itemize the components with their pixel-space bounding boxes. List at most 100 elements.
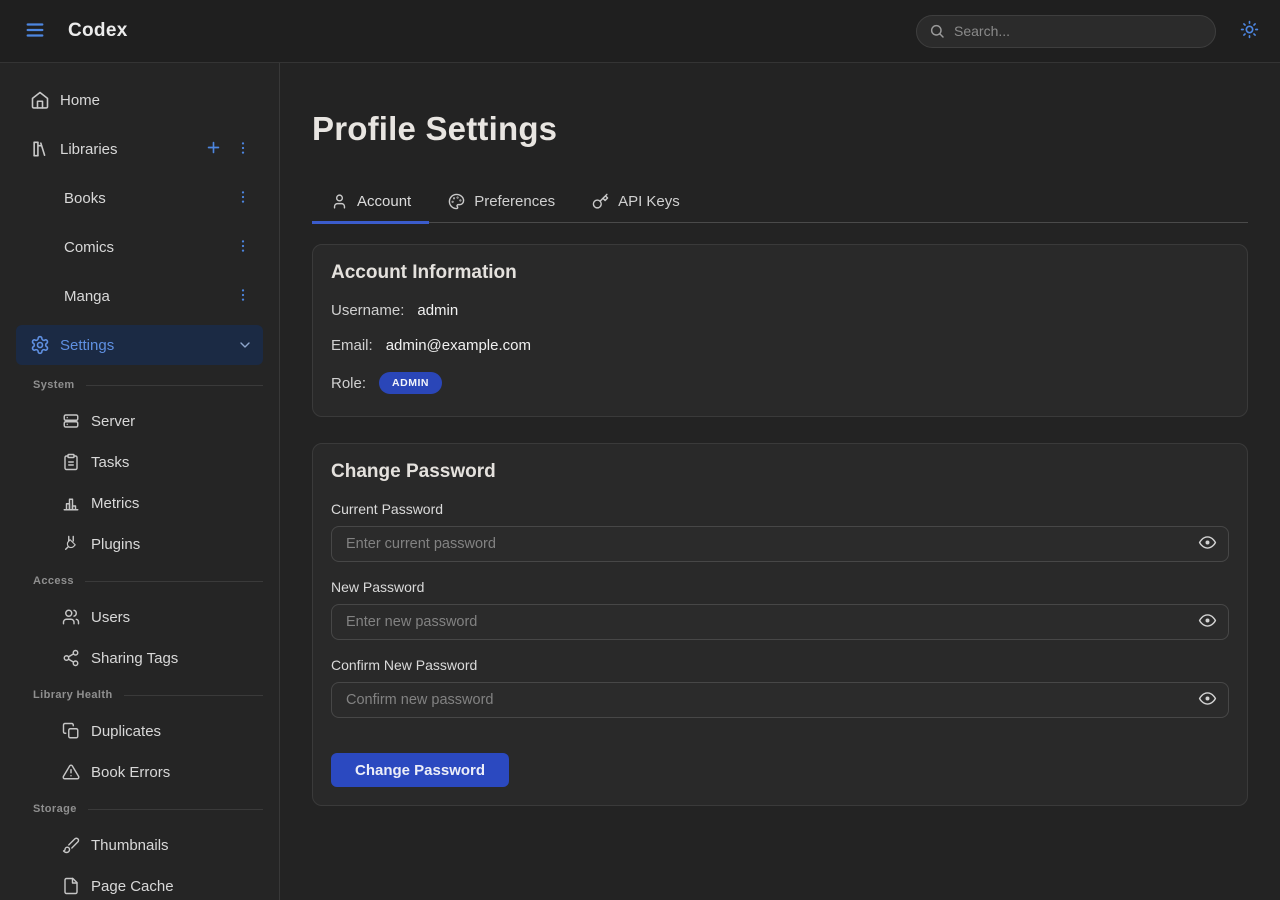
- add-library-button[interactable]: [203, 137, 224, 161]
- sidebar-item-manga[interactable]: Manga: [16, 276, 263, 316]
- copy-icon: [62, 722, 80, 740]
- user-icon: [331, 193, 348, 210]
- sidebar-item-label: Page Cache: [91, 878, 253, 895]
- warning-triangle-icon: [62, 763, 80, 781]
- topbar: Codex: [0, 0, 1280, 63]
- clipboard-icon: [62, 453, 80, 471]
- theme-toggle-button[interactable]: [1240, 20, 1259, 42]
- sidebar-item-label: Thumbnails: [91, 837, 253, 854]
- current-password-group: Current Password: [331, 501, 1229, 562]
- confirm-password-label: Confirm New Password: [331, 657, 1229, 673]
- sidebar-item-comics[interactable]: Comics: [16, 227, 263, 267]
- confirm-password-input[interactable]: [331, 682, 1229, 718]
- search-box: [916, 15, 1216, 48]
- email-row: Email: admin@example.com: [331, 337, 1229, 354]
- sidebar-item-duplicates[interactable]: Duplicates: [16, 713, 263, 749]
- sidebar-item-home[interactable]: Home: [16, 80, 263, 120]
- gear-icon: [30, 335, 50, 355]
- tab-label: Preferences: [474, 193, 555, 210]
- account-info-card: Account Information Username: admin Emai…: [312, 244, 1248, 417]
- current-password-input[interactable]: [331, 526, 1229, 562]
- change-password-button[interactable]: Change Password: [331, 753, 509, 787]
- sidebar-item-plugins[interactable]: Plugins: [16, 526, 263, 562]
- section-divider: [124, 695, 263, 696]
- sidebar-item-label: Book Errors: [91, 764, 253, 781]
- sidebar-item-libraries[interactable]: Libraries: [16, 129, 263, 169]
- section-divider: [85, 581, 263, 582]
- username-row: Username: admin: [331, 302, 1229, 319]
- username-label: Username:: [331, 302, 404, 319]
- tab-bar: Account Preferences API Keys: [312, 185, 1248, 223]
- tab-account[interactable]: Account: [312, 185, 429, 222]
- manga-menu-button[interactable]: [233, 285, 253, 308]
- kebab-icon: [235, 238, 251, 257]
- role-badge: ADMIN: [379, 372, 442, 394]
- main-content: Profile Settings Account Preferences API…: [280, 63, 1280, 900]
- new-password-label: New Password: [331, 579, 1229, 595]
- email-label: Email:: [331, 337, 373, 354]
- new-password-group: New Password: [331, 579, 1229, 640]
- kebab-icon: [235, 189, 251, 208]
- role-label: Role:: [331, 375, 366, 392]
- sidebar-item-settings[interactable]: Settings: [16, 325, 263, 365]
- sidebar-item-books[interactable]: Books: [16, 178, 263, 218]
- toggle-confirm-password-visibility-button[interactable]: [1196, 687, 1219, 713]
- menu-toggle-button[interactable]: [24, 19, 46, 44]
- confirm-password-group: Confirm New Password: [331, 657, 1229, 718]
- brush-icon: [62, 836, 80, 854]
- share-icon: [62, 649, 80, 667]
- search-input[interactable]: [954, 23, 1203, 39]
- eye-icon: [1198, 533, 1217, 555]
- kebab-icon: [235, 287, 251, 306]
- bar-chart-icon: [62, 494, 80, 512]
- home-icon: [30, 90, 50, 110]
- sidebar-item-server[interactable]: Server: [16, 403, 263, 439]
- users-icon: [62, 608, 80, 626]
- tab-preferences[interactable]: Preferences: [429, 185, 573, 222]
- sidebar-item-label: Users: [91, 609, 253, 626]
- section-label: System: [33, 379, 75, 391]
- section-divider: [86, 385, 263, 386]
- sidebar-item-book-errors[interactable]: Book Errors: [16, 754, 263, 790]
- sidebar-item-page-cache[interactable]: Page Cache: [16, 868, 263, 900]
- search-icon: [929, 23, 945, 39]
- section-header-system: System: [16, 374, 263, 396]
- sun-icon: [1240, 20, 1259, 42]
- plug-icon: [62, 535, 80, 553]
- current-password-label: Current Password: [331, 501, 1229, 517]
- role-row: Role: ADMIN: [331, 372, 1229, 394]
- key-icon: [592, 193, 609, 210]
- sidebar-item-tasks[interactable]: Tasks: [16, 444, 263, 480]
- sidebar-item-sharing-tags[interactable]: Sharing Tags: [16, 640, 263, 676]
- palette-icon: [448, 193, 465, 210]
- section-divider: [88, 809, 263, 810]
- new-password-input[interactable]: [331, 604, 1229, 640]
- kebab-icon: [235, 140, 251, 159]
- username-value: admin: [417, 302, 458, 319]
- email-value: admin@example.com: [386, 337, 531, 354]
- tab-label: API Keys: [618, 193, 680, 210]
- sidebar-item-metrics[interactable]: Metrics: [16, 485, 263, 521]
- toggle-current-password-visibility-button[interactable]: [1196, 531, 1219, 557]
- page-title: Profile Settings: [312, 110, 1248, 148]
- tab-api-keys[interactable]: API Keys: [573, 185, 698, 222]
- sidebar-item-label: Libraries: [60, 141, 203, 158]
- section-label: Storage: [33, 803, 77, 815]
- sidebar-item-users[interactable]: Users: [16, 599, 263, 635]
- file-icon: [62, 877, 80, 895]
- library-icon: [30, 139, 50, 159]
- section-header-library-health: Library Health: [16, 684, 263, 706]
- plus-icon: [205, 139, 222, 159]
- sidebar-item-label: Duplicates: [91, 723, 253, 740]
- books-menu-button[interactable]: [233, 187, 253, 210]
- chevron-down-icon: [237, 337, 253, 353]
- toggle-new-password-visibility-button[interactable]: [1196, 609, 1219, 635]
- card-title: Account Information: [331, 262, 1229, 284]
- section-header-storage: Storage: [16, 798, 263, 820]
- app-title: Codex: [68, 20, 128, 42]
- sidebar-item-label: Comics: [64, 239, 233, 256]
- comics-menu-button[interactable]: [233, 236, 253, 259]
- sidebar-item-thumbnails[interactable]: Thumbnails: [16, 827, 263, 863]
- sidebar-item-label: Manga: [64, 288, 233, 305]
- libraries-menu-button[interactable]: [233, 138, 253, 161]
